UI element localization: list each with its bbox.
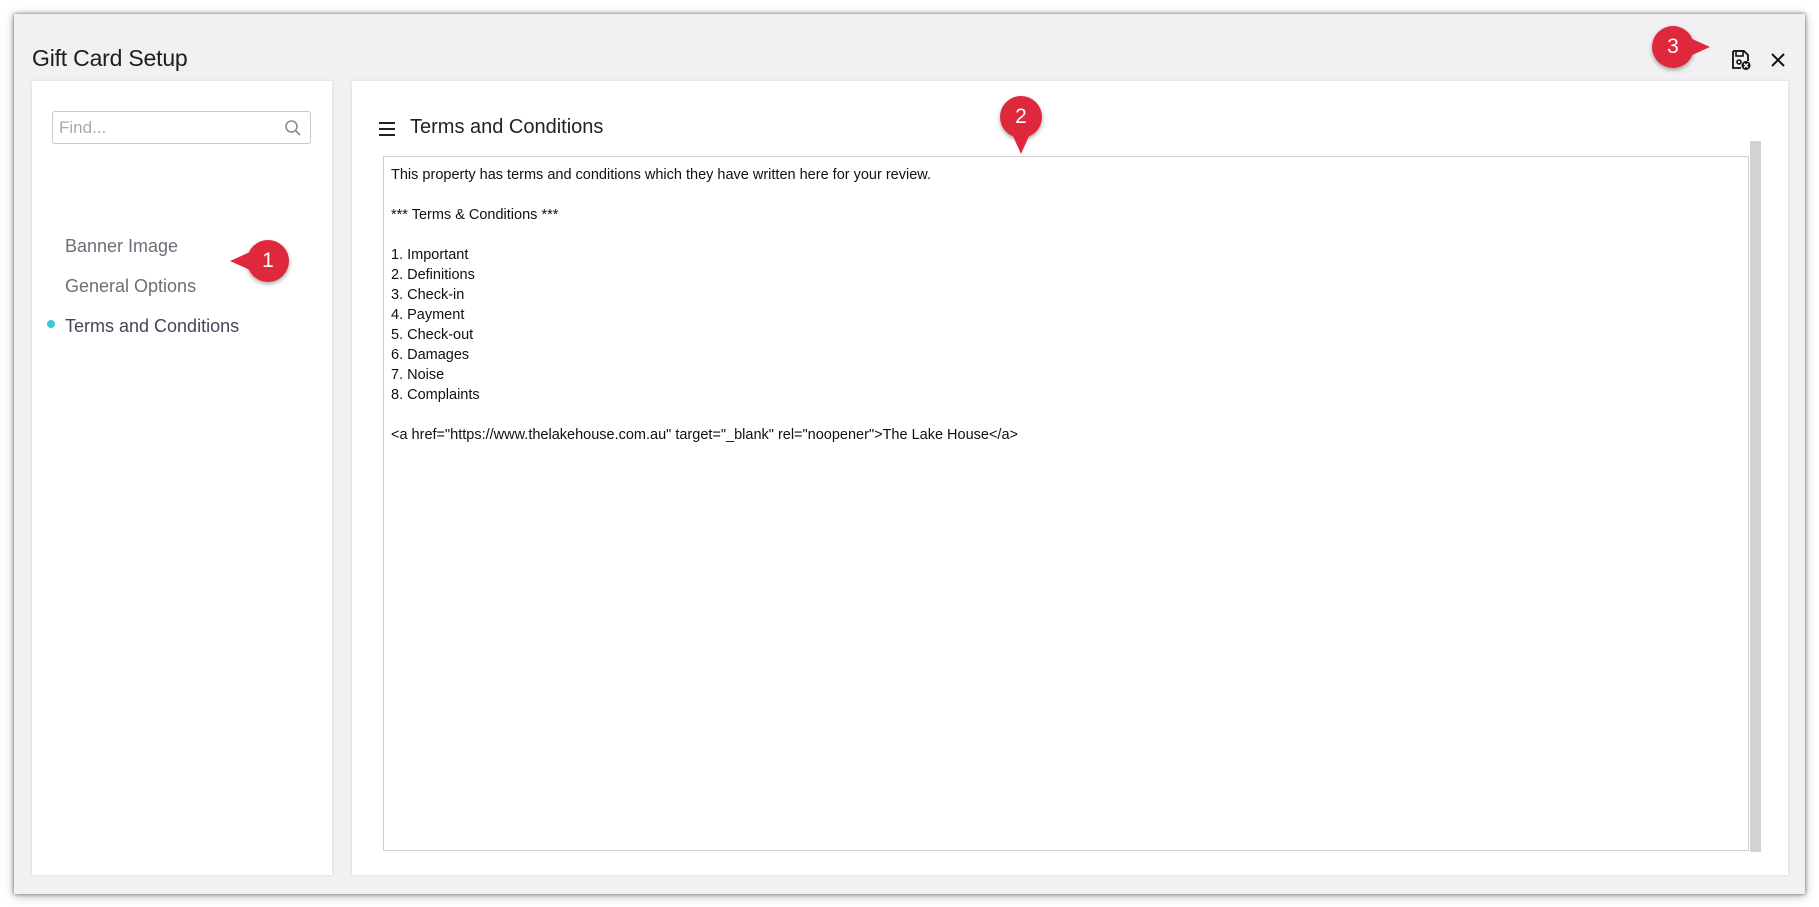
editor-scrollbar[interactable] <box>1750 141 1761 852</box>
sidebar-item-terms-and-conditions[interactable]: Terms and Conditions <box>65 316 239 337</box>
section-title: Terms and Conditions <box>410 116 604 138</box>
sidebar-item-banner-image[interactable]: Banner Image <box>65 236 178 257</box>
gift-card-setup-dialog: Gift Card Setup Banner Image General Opt… <box>14 14 1805 894</box>
close-button[interactable] <box>1763 45 1793 75</box>
callout-badge-2: 2 <box>1000 96 1042 154</box>
dialog-title: Gift Card Setup <box>32 45 188 71</box>
search-icon[interactable] <box>284 119 302 137</box>
callout-badge-3: 3 <box>1652 26 1710 68</box>
callout-badge-1: 1 <box>230 240 289 282</box>
active-indicator-dot <box>47 320 55 328</box>
hamburger-menu-icon[interactable] <box>378 121 396 137</box>
sidebar: Banner Image General Options Terms and C… <box>32 81 332 875</box>
search-input[interactable] <box>53 112 273 143</box>
save-and-close-button[interactable] <box>1726 45 1756 75</box>
main-panel: Terms and Conditions This property has t… <box>352 81 1788 875</box>
sidebar-item-general-options[interactable]: General Options <box>65 276 196 297</box>
sidebar-search <box>52 111 311 144</box>
terms-editor: This property has terms and conditions w… <box>383 156 1749 851</box>
save-close-icon <box>1732 50 1751 70</box>
terms-textarea[interactable]: This property has terms and conditions w… <box>384 157 1730 850</box>
close-icon <box>1771 53 1785 67</box>
